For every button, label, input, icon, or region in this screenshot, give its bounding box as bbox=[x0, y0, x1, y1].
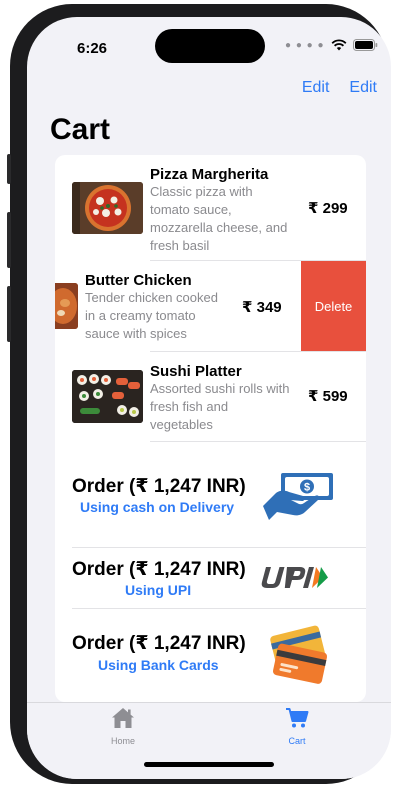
dynamic-island bbox=[155, 29, 265, 63]
item-desc-line: Tender chicken cooked bbox=[85, 290, 218, 305]
item-price: ₹ 599 bbox=[308, 388, 348, 405]
item-desc-line: vegetables bbox=[150, 417, 213, 432]
cash-hand-icon: $ bbox=[263, 473, 333, 520]
order-subtitle: Using Bank Cards bbox=[98, 657, 219, 673]
item-desc-line: Classic pizza with bbox=[150, 184, 253, 199]
wifi-icon bbox=[331, 39, 346, 51]
edit-button-left[interactable]: Edit bbox=[302, 79, 330, 97]
item-desc-line: mozzarella cheese, and bbox=[150, 220, 288, 235]
volume-down-button bbox=[7, 286, 11, 342]
navigation-bar: Edit Edit bbox=[302, 79, 377, 97]
tab-label: Cart bbox=[288, 736, 306, 746]
order-title: Order (₹ 1,247 INR) bbox=[72, 559, 246, 580]
item-name: Butter Chicken bbox=[85, 272, 192, 289]
tab-cart[interactable]: Cart bbox=[267, 707, 327, 746]
order-title: Order (₹ 1,247 INR) bbox=[72, 476, 246, 497]
item-price: ₹ 349 bbox=[242, 299, 282, 316]
order-subtitle: Using cash on Delivery bbox=[80, 499, 235, 515]
order-upi-row[interactable]: Order (₹ 1,247 INR) Using UPI bbox=[55, 548, 366, 608]
signal-icon: ● ● ● ● bbox=[285, 39, 325, 51]
screen: 6:26 ● ● ● ● Edit Edit Cart Pizza Marghe… bbox=[27, 17, 391, 779]
item-name: Sushi Platter bbox=[150, 363, 242, 380]
home-icon bbox=[112, 708, 134, 728]
edit-button-right[interactable]: Edit bbox=[349, 79, 377, 97]
order-subtitle: Using UPI bbox=[125, 582, 192, 598]
status-time: 6:26 bbox=[77, 40, 108, 57]
order-cards-row[interactable]: Order (₹ 1,247 INR) Using Bank Cards bbox=[55, 609, 366, 702]
cart-item-sushi[interactable]: Sushi Platter Assorted sushi rolls with … bbox=[55, 352, 366, 442]
item-desc-line: fresh fish and bbox=[150, 399, 229, 414]
item-description: Classic pizza with tomato sauce, mozzare… bbox=[150, 183, 287, 255]
bank-cards-icon bbox=[270, 625, 328, 684]
page-title: Cart bbox=[50, 113, 111, 146]
item-price: ₹ 299 bbox=[308, 200, 348, 217]
tab-label: Home bbox=[110, 736, 135, 746]
phone-frame: 6:26 ● ● ● ● Edit Edit Cart Pizza Marghe… bbox=[7, 4, 391, 784]
item-desc-line: sauce with spices bbox=[85, 326, 187, 341]
sushi-thumbnail bbox=[72, 370, 143, 423]
volume-up-button bbox=[7, 212, 11, 268]
svg-text:$: $ bbox=[304, 482, 310, 494]
item-name: Pizza Margherita bbox=[150, 166, 269, 183]
pizza-thumbnail bbox=[72, 182, 143, 234]
upi-logo bbox=[261, 567, 328, 588]
item-description: Tender chicken cooked in a creamy tomato… bbox=[85, 289, 218, 343]
item-desc-line: in a creamy tomato bbox=[85, 308, 196, 323]
cart-list: Pizza Margherita Classic pizza with toma… bbox=[55, 155, 366, 702]
delete-button[interactable]: Delete bbox=[301, 261, 366, 351]
mute-switch bbox=[7, 154, 11, 184]
tab-home[interactable]: Home bbox=[93, 707, 153, 746]
order-cash-row[interactable]: Order (₹ 1,247 INR) Using cash on Delive… bbox=[55, 442, 366, 548]
item-desc-line: tomato sauce, bbox=[150, 202, 232, 217]
status-icons: ● ● ● ● bbox=[285, 39, 378, 51]
item-desc-line: Assorted sushi rolls with bbox=[150, 381, 290, 396]
butter-chicken-thumbnail bbox=[55, 283, 78, 329]
item-description: Assorted sushi rolls with fresh fish and… bbox=[150, 380, 289, 434]
order-title: Order (₹ 1,247 INR) bbox=[72, 633, 246, 654]
home-indicator bbox=[144, 762, 274, 767]
cart-icon bbox=[286, 708, 309, 728]
item-desc-line: fresh basil bbox=[150, 238, 210, 253]
tab-bar: Home Cart bbox=[27, 702, 391, 779]
cart-item-pizza[interactable]: Pizza Margherita Classic pizza with toma… bbox=[55, 155, 366, 261]
battery-icon bbox=[352, 39, 377, 51]
